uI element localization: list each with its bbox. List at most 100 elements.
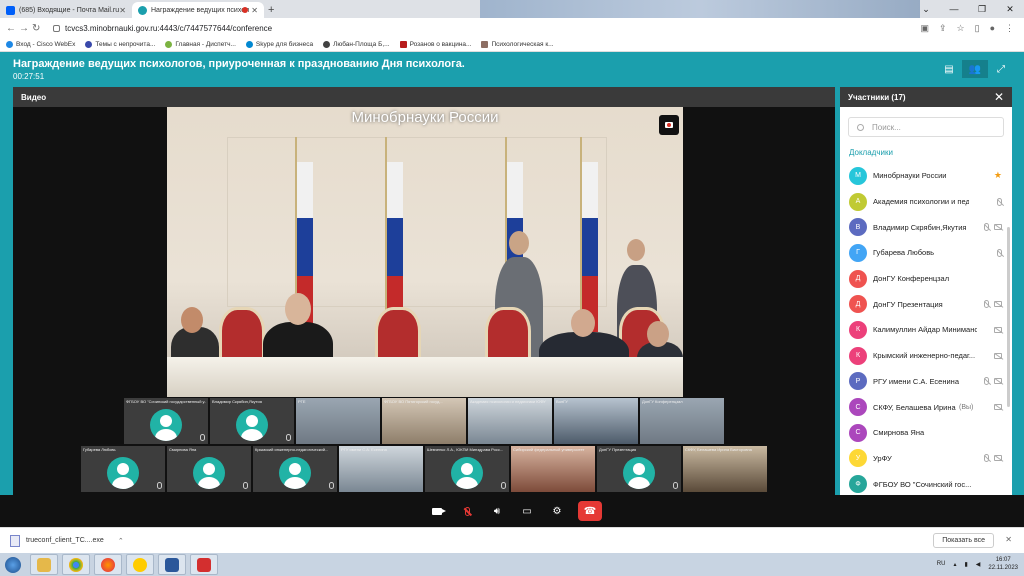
menu-icon[interactable]: ⋮: [1005, 23, 1014, 34]
participant-name: РГУ имени С.А. Есенина: [873, 376, 959, 386]
participant-item[interactable]: У УрФУ: [840, 446, 1012, 472]
taskbar-app[interactable]: [190, 554, 218, 575]
participant-thumbnail[interactable]: Шевченко Л.А., ЮКПИ Минздрава Росс...: [425, 446, 509, 492]
participant-thumbnail[interactable]: Владимир Скрябин,Якутия: [210, 398, 294, 444]
participant-item[interactable]: В Владимир Скрябин,Якутия: [840, 214, 1012, 240]
participant-thumbnail[interactable]: Крымский инженерно-педагогический...: [253, 446, 337, 492]
camera-toggle-button[interactable]: [422, 501, 452, 521]
chevron-up-icon[interactable]: ⌃: [118, 537, 124, 545]
close-window-button[interactable]: ✕: [996, 4, 1024, 15]
participant-thumbnail[interactable]: ФГБОУ ВО "Сочинский государственный у...: [124, 398, 208, 444]
avatar-placeholder-icon: [193, 457, 225, 489]
taskbar-app[interactable]: [158, 554, 186, 575]
participant-item[interactable]: Г Губарева Любовь: [840, 240, 1012, 266]
show-all-downloads-button[interactable]: Показать все: [933, 533, 994, 548]
participant-item[interactable]: М Минобрнауки России ★: [840, 163, 1012, 189]
participant-item[interactable]: С Смирнова Яна: [840, 420, 1012, 446]
hang-up-button[interactable]: ☎: [578, 501, 602, 521]
bookmark-icon: [6, 41, 13, 48]
recording-icon: [242, 7, 248, 13]
close-icon[interactable]: ✕: [1005, 535, 1012, 544]
window-background: [480, 0, 920, 18]
minimize-button[interactable]: —: [940, 4, 968, 14]
trueconf-icon: [138, 5, 147, 15]
main-speaker-video[interactable]: Минобрнауки России: [167, 107, 683, 397]
back-icon[interactable]: ←: [6, 23, 19, 34]
speaker-button[interactable]: 🔊︎: [482, 501, 512, 521]
participant-item[interactable]: А Академия психологии и педаг...: [840, 189, 1012, 215]
participant-item[interactable]: К Крымский инженерно-педаг...: [840, 343, 1012, 369]
tray-arrow-icon[interactable]: ▴: [953, 561, 956, 568]
participant-thumbnail[interactable]: СКФУ, Белашева Ирина Викторовна: [683, 446, 767, 492]
chat-icon[interactable]: ▤: [936, 60, 962, 78]
participant-thumbnail[interactable]: Губарева Любовь: [81, 446, 165, 492]
bookmark[interactable]: Любан-Площа Б,...: [323, 41, 390, 48]
share-icon[interactable]: ⇪: [939, 23, 947, 34]
bookmark[interactable]: Психологическая к...: [481, 41, 554, 48]
tab-conference[interactable]: Награждение ведущих психол ✕: [132, 2, 264, 18]
chevron-down-icon[interactable]: ⌄: [912, 4, 940, 15]
taskbar-app[interactable]: [62, 554, 90, 575]
share-screen-button[interactable]: ▭: [512, 501, 542, 521]
participant-item[interactable]: Д ДонГУ Конференцзал: [840, 266, 1012, 292]
sidebar-icon[interactable]: ▯: [975, 23, 980, 34]
download-file-name[interactable]: trueconf_client_TC....exe: [26, 537, 104, 544]
participant-thumbnail[interactable]: РГУ имени С.А. Есенина: [339, 446, 423, 492]
start-button[interactable]: [0, 553, 26, 576]
url-field[interactable]: tcvcs3.minobrnauki.gov.ru:4443/c/7447577…: [53, 24, 272, 33]
conference-timer: 00:27:51: [13, 72, 45, 81]
language-indicator[interactable]: RU: [937, 561, 946, 567]
participants-icon[interactable]: 👥: [962, 60, 988, 78]
bookmark[interactable]: Skype для бизнеса: [245, 41, 313, 48]
new-tab-button[interactable]: +: [268, 4, 274, 16]
participant-item[interactable]: Д ДонГУ Презентация: [840, 291, 1012, 317]
participants-search-input[interactable]: Поиск...: [848, 117, 1004, 137]
clock[interactable]: 16:07 22.11.2023: [988, 556, 1018, 572]
bookmark[interactable]: Темы с непрочита...: [85, 41, 155, 48]
close-icon[interactable]: ✕: [994, 90, 1004, 104]
fullscreen-icon[interactable]: ⤢: [988, 60, 1014, 78]
camera-off-icon: [994, 455, 1002, 462]
gear-icon: ⚙: [552, 505, 562, 517]
restore-button[interactable]: ❐: [968, 4, 996, 15]
reload-icon[interactable]: ↻: [32, 23, 45, 34]
bookmark[interactable]: Главная - Диспетч...: [165, 41, 236, 48]
participant-thumbnail[interactable]: ФГБОУ ВО Пятигорский госуд...: [382, 398, 466, 444]
taskbar-app[interactable]: [94, 554, 122, 575]
volume-icon[interactable]: ◀: [976, 561, 981, 568]
close-tab-icon[interactable]: ✕: [119, 6, 126, 15]
avatar: С: [849, 398, 867, 417]
settings-button[interactable]: ⚙: [542, 501, 572, 521]
close-tab-icon[interactable]: ✕: [251, 6, 258, 15]
forward-icon[interactable]: →: [19, 23, 32, 34]
taskbar-app[interactable]: [126, 554, 154, 575]
participant-thumbnail[interactable]: ДонГУ Презентация: [597, 446, 681, 492]
participant-thumbnail[interactable]: ВолГУ: [554, 398, 638, 444]
video-camera-icon: [659, 115, 679, 135]
participant-thumbnail[interactable]: Смирнова Яна: [167, 446, 251, 492]
tab-mail[interactable]: (685) Входящие - Почта Mail.ru ✕: [0, 2, 132, 18]
participant-item[interactable]: Ф ФГБОУ ВО "Сочинский гос...: [840, 471, 1012, 497]
bookmark[interactable]: Вход - Cisco WebEx: [6, 41, 75, 48]
participant-thumbnail[interactable]: РГЕ: [296, 398, 380, 444]
participant-thumbnail[interactable]: Сибирский федеральный университет: [511, 446, 595, 492]
taskbar-app[interactable]: [30, 554, 58, 575]
profile-icon[interactable]: ●: [990, 23, 995, 34]
participants-scrollbar[interactable]: [1007, 227, 1010, 407]
camera-off-icon: [994, 301, 1002, 308]
participant-item[interactable]: С СКФУ, Белашева Ирина В... (Вы): [840, 394, 1012, 420]
participant-name: Крымский инженерно-педаг...: [873, 351, 976, 361]
participant-item[interactable]: Р РГУ имени С.А. Есенина: [840, 369, 1012, 395]
mail-icon: [6, 5, 15, 15]
star-icon[interactable]: ☆: [957, 23, 965, 34]
bookmark[interactable]: Розанов о вакцина...: [399, 41, 471, 48]
monitor-icon: ▭: [522, 505, 532, 517]
participant-thumbnail[interactable]: Академия психологии и педагогики ЮФУ: [468, 398, 552, 444]
participant-item[interactable]: К Калимуллин Айдар Минимансу...: [840, 317, 1012, 343]
camera-icon[interactable]: ▣: [920, 23, 929, 34]
microphone-toggle-button[interactable]: [452, 501, 482, 521]
thumbnail-name: ФГБОУ ВО Пятигорский госуд...: [384, 399, 443, 404]
participant-thumbnail[interactable]: ДонГУ Конференцзал: [640, 398, 724, 444]
pdf-icon: [197, 557, 211, 572]
network-icon[interactable]: ▮: [964, 561, 967, 568]
